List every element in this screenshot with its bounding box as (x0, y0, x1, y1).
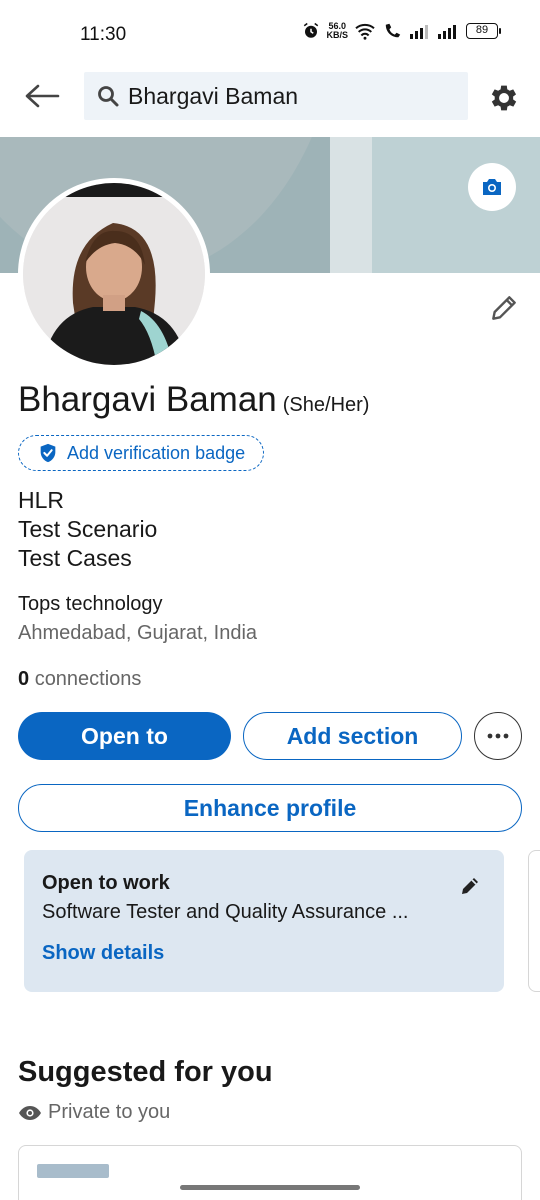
privacy-note: Private to you (18, 1101, 170, 1124)
suggested-title: Suggested for you (18, 1056, 273, 1088)
gear-icon (491, 85, 517, 111)
back-button[interactable] (20, 78, 64, 114)
show-details-link[interactable]: Show details (42, 942, 164, 965)
more-options-button[interactable] (474, 712, 522, 760)
profile-pronouns: (She/Her) (282, 394, 370, 416)
edit-banner-button[interactable] (468, 163, 516, 211)
status-bar: 11:30 56.0 KB/S 89 (0, 0, 540, 66)
settings-button[interactable] (484, 78, 524, 118)
headline-line: Test Scenario (18, 516, 158, 542)
headline-line: HLR (18, 487, 65, 513)
call-icon (385, 23, 401, 38)
profile-headline: HLR Test Scenario Test Cases (18, 486, 157, 573)
signal-2-icon (438, 25, 456, 39)
profile-name: Bhargavi Baman (18, 380, 277, 419)
connections-link[interactable]: 0 connections (18, 668, 141, 691)
profile-company[interactable]: Tops technology (18, 593, 163, 616)
connections-label: connections (34, 668, 142, 690)
search-input[interactable]: Bhargavi Baman (84, 72, 468, 120)
enhance-profile-button[interactable]: Enhance profile (18, 784, 522, 832)
top-bar: Bhargavi Baman (0, 66, 540, 136)
alarm-icon (304, 22, 319, 38)
profile-location: Ahmedabad, Gujarat, India (18, 622, 258, 644)
avatar[interactable] (18, 178, 210, 370)
status-time: 11:30 (80, 24, 127, 45)
more-horizontal-icon (487, 733, 509, 739)
camera-icon (483, 179, 501, 195)
open-to-work-description: Software Tester and Quality Assurance ..… (42, 901, 409, 923)
shield-check-icon (40, 443, 56, 463)
search-icon (98, 86, 119, 107)
eye-icon (19, 1105, 41, 1120)
connections-count: 0 (18, 668, 30, 690)
open-to-work-card[interactable]: Open to work Software Tester and Quality… (24, 850, 504, 992)
privacy-label: Private to you (48, 1101, 171, 1123)
add-section-button[interactable]: Add section (243, 712, 462, 760)
back-arrow-icon (25, 84, 60, 108)
open-to-work-title: Open to work (42, 872, 170, 894)
signal-1-icon (410, 25, 428, 39)
profile-name-row: Bhargavi Baman (She/Her) (18, 380, 369, 420)
search-value: Bhargavi Baman (128, 82, 299, 109)
open-to-button[interactable]: Open to (18, 712, 231, 760)
pencil-icon (492, 296, 516, 320)
edit-open-to-work-button[interactable] (456, 872, 484, 900)
suggestion-placeholder (37, 1164, 109, 1178)
profile-photo (23, 183, 205, 365)
pencil-icon (462, 878, 478, 894)
add-verification-badge-button[interactable]: Add verification badge (18, 435, 264, 471)
edit-profile-button[interactable] (484, 288, 524, 328)
status-icons: 56.0 KB/S 89 (302, 21, 501, 40)
suggestion-card[interactable] (18, 1145, 522, 1200)
net-speed: 56.0 KB/S (326, 21, 348, 40)
verification-label: Add verification badge (67, 442, 246, 463)
wifi-icon (355, 23, 375, 40)
home-indicator[interactable] (180, 1185, 360, 1190)
headline-line: Test Cases (18, 545, 132, 571)
battery-indicator: 89 (466, 23, 501, 39)
next-card-peek[interactable] (528, 850, 540, 992)
